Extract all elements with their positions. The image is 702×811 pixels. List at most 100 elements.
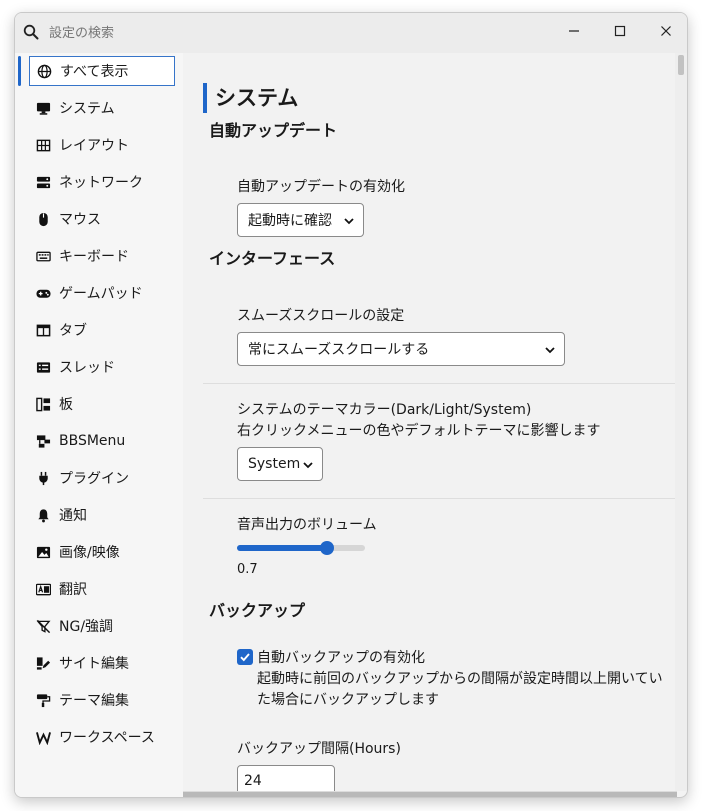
auto-backup-description-line2: た場合にバックアップします [257, 692, 439, 708]
smooth-scroll-select-value: 常にスムーズスクロールする [248, 342, 430, 358]
theme-color-description: 右クリックメニューの色やデフォルトテーマに影響します [237, 423, 601, 439]
volume-slider-thumb[interactable] [319, 541, 334, 555]
title-bar [15, 13, 687, 53]
paint-roller-icon [35, 692, 51, 708]
filter-off-icon [35, 618, 51, 634]
monitor-icon [35, 100, 51, 116]
grid-icon [35, 137, 51, 153]
workspace-w-icon [35, 729, 51, 745]
sidebar-item-label: タブ [59, 323, 87, 339]
sidebar-item-label: ワークスペース [59, 730, 155, 746]
sidebar-item-label: 画像/映像 [59, 545, 120, 561]
theme-color-select-value: System [248, 456, 301, 472]
sidebar-item-thread[interactable]: スレッド [29, 352, 175, 382]
image-icon [35, 544, 51, 560]
backup-interval-input[interactable] [237, 765, 335, 791]
sidebar-item-label: テーマ編集 [59, 693, 129, 709]
sidebar-item-label: キーボード [59, 249, 129, 265]
sidebar-item-site-edit[interactable]: サイト編集 [29, 648, 175, 678]
sidebar-item-network[interactable]: ネットワーク [29, 167, 175, 197]
sidebar-item-tab[interactable]: タブ [29, 315, 175, 345]
board-icon [35, 396, 51, 412]
sidebar-item-system[interactable]: システム [29, 93, 175, 123]
theme-color-label: システムのテーマカラー(Dark/Light/System) [237, 402, 532, 418]
search-icon [23, 24, 39, 40]
auto-update-select-value: 起動時に確認 [248, 213, 332, 229]
translate-icon [35, 581, 51, 597]
sidebar-item-label: BBSMenu [59, 433, 126, 449]
sidebar-item-label: サイト編集 [59, 656, 129, 672]
close-icon [661, 26, 671, 36]
sidebar-item-layout[interactable]: レイアウト [29, 130, 175, 160]
smooth-scroll-select[interactable]: 常にスムーズスクロールする [237, 332, 565, 366]
volume-slider[interactable] [237, 541, 365, 555]
auto-backup-description-line1: 起動時に前回のバックアップからの間隔が設定時間以上開いてい [257, 671, 663, 687]
mouse-icon [35, 211, 51, 227]
sidebar-item-all[interactable]: すべて表示 [29, 56, 175, 86]
sidebar-item-label: 通知 [59, 508, 87, 524]
auto-update-select[interactable]: 起動時に確認 [237, 203, 364, 237]
title-accent-bar [203, 83, 207, 113]
sidebar-item-label: ネットワーク [59, 175, 143, 191]
section-heading-interface: インターフェース [209, 249, 336, 268]
sidebar-item-plugin[interactable]: プラグイン [29, 463, 175, 493]
tab-icon [35, 322, 51, 338]
smooth-scroll-label: スムーズスクロールの設定 [237, 308, 405, 324]
auto-update-label: 自動アップデートの有効化 [237, 179, 405, 195]
sidebar-item-ng[interactable]: NG/強調 [29, 611, 175, 641]
sidebar-item-label: すべて表示 [60, 64, 129, 80]
sidebar-item-mouse[interactable]: マウス [29, 204, 175, 234]
settings-window: すべて表示 システム レイアウト ネットワーク マウス キーボード ゲームパッド [14, 12, 688, 798]
sidebar-item-label: 翻訳 [59, 582, 87, 598]
bell-icon [35, 507, 51, 523]
volume-label: 音声出力のボリューム [237, 517, 377, 533]
vertical-scrollbar[interactable] [675, 53, 687, 791]
horizontal-scrollbar-thumb[interactable] [183, 792, 677, 797]
list-icon [35, 359, 51, 375]
sidebar-item-label: プラグイン [59, 471, 129, 487]
sidebar-item-label: スレッド [59, 360, 115, 376]
sidebar-item-image[interactable]: 画像/映像 [29, 537, 175, 567]
theme-color-select[interactable]: System [237, 447, 323, 481]
maximize-button[interactable] [597, 15, 643, 47]
maximize-icon [614, 25, 626, 37]
sidebar-item-label: NG/強調 [59, 619, 114, 635]
sitemap-icon [35, 433, 51, 449]
chevron-down-icon [545, 347, 555, 354]
selected-indicator [18, 56, 21, 86]
close-button[interactable] [643, 15, 687, 47]
sidebar-item-translate[interactable]: 翻訳 [29, 574, 175, 604]
settings-content: システム 自動アップデート 自動アップデートの有効化 起動時に確認 インターフェ… [183, 53, 677, 791]
horizontal-scrollbar[interactable] [183, 791, 677, 797]
divider [203, 383, 675, 384]
sidebar-item-label: システム [59, 101, 115, 117]
page-title: システム [215, 86, 299, 110]
sidebar-item-keyboard[interactable]: キーボード [29, 241, 175, 271]
backup-interval-label: バックアップ間隔(Hours) [237, 741, 401, 757]
volume-value: 0.7 [237, 562, 258, 577]
search-input[interactable] [49, 21, 469, 45]
section-heading-backup: バックアップ [209, 601, 306, 620]
divider [203, 498, 675, 499]
auto-backup-checkbox[interactable] [237, 649, 253, 665]
sidebar-item-theme-edit[interactable]: テーマ編集 [29, 685, 175, 715]
settings-sidebar: すべて表示 システム レイアウト ネットワーク マウス キーボード ゲームパッド [15, 53, 183, 797]
sidebar-item-workspace[interactable]: ワークスペース [29, 722, 175, 752]
server-icon [35, 174, 51, 190]
plug-icon [35, 470, 51, 486]
sidebar-item-label: レイアウト [59, 138, 129, 154]
globe-icon [36, 63, 52, 79]
volume-slider-fill [237, 545, 327, 551]
vertical-scrollbar-thumb[interactable] [678, 55, 684, 75]
sidebar-item-board[interactable]: 板 [29, 389, 175, 419]
sidebar-item-gamepad[interactable]: ゲームパッド [29, 278, 175, 308]
minimize-icon [569, 30, 579, 32]
sidebar-item-notification[interactable]: 通知 [29, 500, 175, 530]
minimize-button[interactable] [551, 15, 597, 47]
sidebar-item-label: 板 [59, 397, 73, 413]
keyboard-icon [35, 248, 51, 264]
sidebar-item-label: マウス [59, 212, 101, 228]
sidebar-item-bbsmenu[interactable]: BBSMenu [29, 426, 175, 456]
checkmark-icon [240, 653, 250, 662]
chevron-down-icon [303, 462, 313, 469]
